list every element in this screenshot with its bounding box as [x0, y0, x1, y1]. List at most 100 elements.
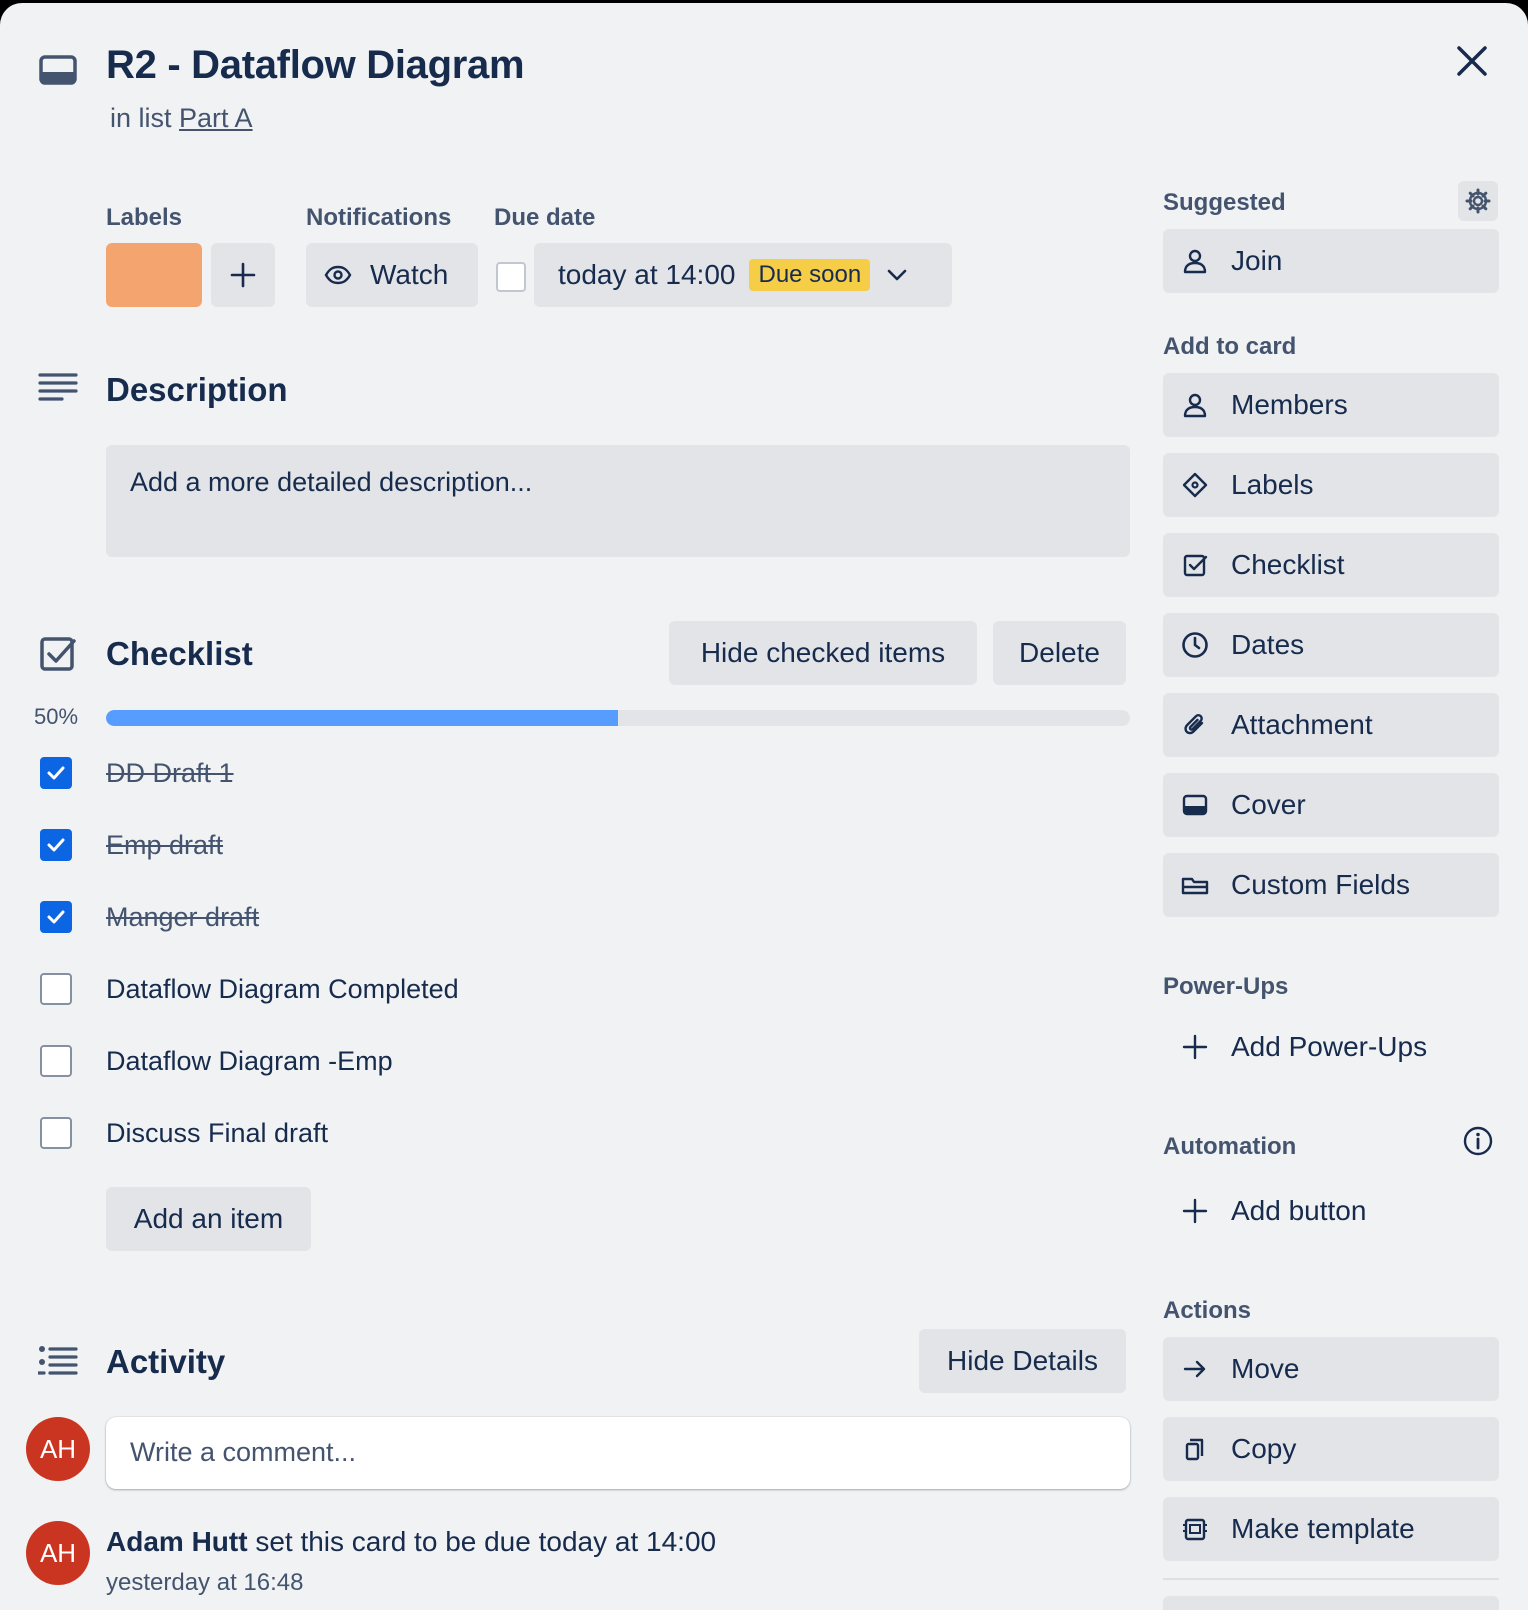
add-button-label: Add button [1231, 1195, 1367, 1226]
description-heading: Description [106, 371, 288, 408]
description-icon [38, 369, 78, 409]
person-icon [1181, 247, 1209, 275]
due-date-heading: Due date [494, 204, 596, 231]
checklist-item[interactable]: DD Draft 1 [40, 753, 234, 793]
checklist-label: Checklist [1231, 549, 1345, 580]
eye-icon [324, 265, 352, 285]
checklist-heading: Checklist [106, 635, 253, 672]
move-label: Move [1231, 1353, 1300, 1384]
join-button[interactable]: Join [1163, 229, 1499, 293]
checklist-icon [1181, 551, 1209, 579]
checklist-item[interactable]: Dataflow Diagram -Emp [40, 1041, 393, 1081]
automation-heading: Automation [1163, 1133, 1297, 1160]
card-icon [38, 53, 78, 87]
cover-label: Cover [1231, 789, 1306, 820]
cover-icon [1181, 791, 1209, 819]
clock-icon [1181, 631, 1209, 659]
checklist-item[interactable]: Discuss Final draft [40, 1113, 328, 1153]
dates-label: Dates [1231, 629, 1305, 660]
due-soon-badge: Due soon [749, 259, 871, 291]
checkbox-unchecked[interactable] [40, 973, 72, 1005]
due-date-value: today at 14:00 [558, 259, 736, 290]
gear-icon[interactable] [1458, 181, 1498, 221]
watch-button[interactable]: Watch [306, 243, 478, 307]
add-power-ups-button[interactable]: Add Power-Ups [1163, 1019, 1499, 1075]
checkbox-unchecked[interactable] [40, 1045, 72, 1077]
activity-action: set this card to be due today at 14:00 [247, 1526, 717, 1557]
checklist-item-text[interactable]: Discuss Final draft [106, 1118, 328, 1149]
suggested-heading: Suggested [1163, 189, 1286, 216]
add-item-button[interactable]: Add an item [106, 1187, 311, 1251]
due-date-button[interactable]: today at 14:00 Due soon [534, 243, 952, 307]
checklist-button[interactable]: Checklist [1163, 533, 1499, 597]
attachment-button[interactable]: Attachment [1163, 693, 1499, 757]
checklist-item-text[interactable]: Dataflow Diagram Completed [106, 974, 459, 1005]
add-button-button[interactable]: Add button [1163, 1183, 1499, 1239]
custom-fields-button[interactable]: Custom Fields [1163, 853, 1499, 917]
join-label: Join [1231, 245, 1283, 276]
template-icon [1181, 1515, 1209, 1543]
due-complete-checkbox[interactable] [496, 262, 526, 292]
checklist-progress-bar [106, 710, 1130, 726]
move-button[interactable]: Move [1163, 1337, 1499, 1401]
checklist-item-text[interactable]: Manger draft [106, 902, 259, 933]
delete-checklist-button[interactable]: Delete [993, 621, 1126, 685]
card-list-info: in list Part A [110, 103, 253, 134]
watch-label: Watch [370, 259, 449, 290]
checklist-item-text[interactable]: Emp draft [106, 830, 223, 861]
checklist-icon [38, 635, 78, 675]
activity-heading: Activity [106, 1343, 226, 1380]
checkbox-checked[interactable] [40, 901, 72, 933]
checkmark-icon [47, 766, 65, 780]
activity-user[interactable]: Adam Hutt [106, 1526, 248, 1557]
notifications-heading: Notifications [306, 204, 452, 231]
activity-avatar[interactable]: AH [26, 1521, 90, 1585]
add-to-card-heading: Add to card [1163, 333, 1297, 360]
avatar[interactable]: AH [26, 1417, 90, 1481]
copy-button[interactable]: Copy [1163, 1417, 1499, 1481]
add-power-ups-label: Add Power-Ups [1231, 1031, 1428, 1062]
cover-button[interactable]: Cover [1163, 773, 1499, 837]
checkbox-checked[interactable] [40, 757, 72, 789]
checkbox-unchecked[interactable] [40, 1117, 72, 1149]
label-chip-orange[interactable] [106, 243, 202, 307]
checklist-item[interactable]: Manger draft [40, 897, 259, 937]
custom-fields-label: Custom Fields [1231, 869, 1410, 900]
plus-icon [1181, 1033, 1209, 1061]
hide-checked-items-button[interactable]: Hide checked items [669, 621, 977, 685]
labels-button[interactable]: Labels [1163, 453, 1499, 517]
make-template-button[interactable]: Make template [1163, 1497, 1499, 1561]
sidebar-divider [1163, 1578, 1499, 1580]
labels-label: Labels [1231, 469, 1314, 500]
make-template-label: Make template [1231, 1513, 1415, 1544]
plus-icon [1181, 1197, 1209, 1225]
checklist-progress-fill [106, 710, 618, 726]
add-label-button[interactable] [211, 243, 275, 307]
attachment-label: Attachment [1231, 709, 1373, 740]
custom-fields-icon [1181, 871, 1209, 899]
sidebar-button-partial[interactable] [1163, 1596, 1499, 1610]
description-input[interactable]: Add a more detailed description... [106, 445, 1130, 557]
actions-heading: Actions [1163, 1297, 1252, 1324]
activity-entry: Adam Hutt set this card to be due today … [106, 1526, 716, 1558]
dates-button[interactable]: Dates [1163, 613, 1499, 677]
checklist-item[interactable]: Dataflow Diagram Completed [40, 969, 459, 1009]
card-title[interactable]: R2 - Dataflow Diagram [106, 43, 525, 88]
close-icon[interactable] [1452, 41, 1492, 81]
checklist-item[interactable]: Emp draft [40, 825, 223, 865]
comment-input[interactable]: Write a comment... [106, 1417, 1130, 1489]
power-ups-heading: Power-Ups [1163, 973, 1289, 1000]
list-link[interactable]: Part A [179, 103, 253, 133]
checklist-item-text[interactable]: Dataflow Diagram -Emp [106, 1046, 393, 1077]
checkbox-checked[interactable] [40, 829, 72, 861]
checklist-item-text[interactable]: DD Draft 1 [106, 758, 234, 789]
hide-details-button[interactable]: Hide Details [919, 1329, 1126, 1393]
arrow-right-icon [1181, 1355, 1209, 1383]
person-icon [1181, 391, 1209, 419]
info-icon[interactable] [1458, 1121, 1498, 1161]
copy-icon [1181, 1435, 1209, 1463]
activity-timestamp[interactable]: yesterday at 16:48 [106, 1569, 303, 1597]
card-detail-dialog: R2 - Dataflow Diagram in list Part A Lab… [0, 3, 1528, 1610]
checkmark-icon [47, 838, 65, 852]
members-button[interactable]: Members [1163, 373, 1499, 437]
